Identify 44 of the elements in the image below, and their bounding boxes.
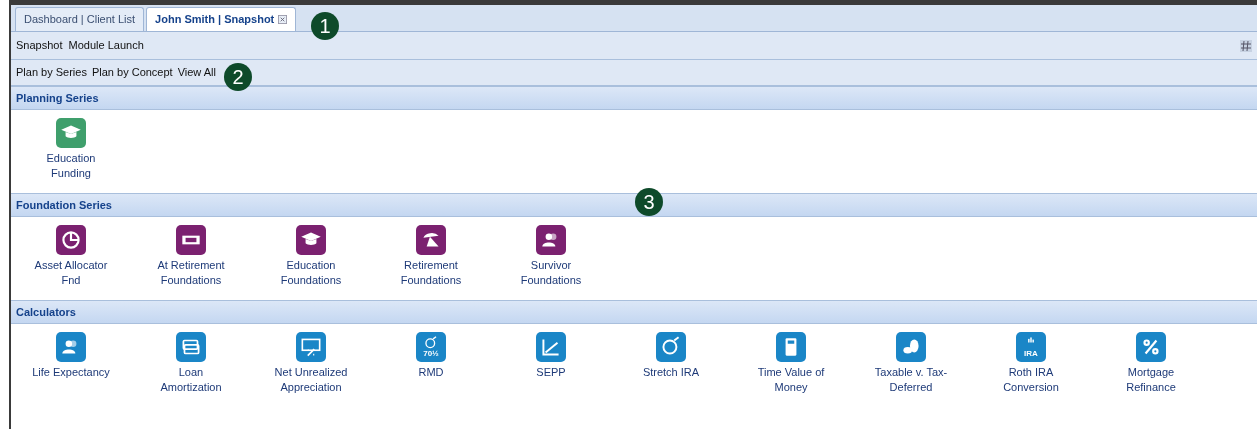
module-icon[interactable]: 70½ (416, 332, 446, 362)
module-link[interactable]: Life Expectancy (27, 365, 115, 380)
grid-icon[interactable] (1240, 39, 1252, 52)
icon-caption: IRA (1024, 349, 1038, 358)
module-icon[interactable] (536, 332, 566, 362)
module-icon[interactable]: IRA (1016, 332, 1046, 362)
module-icon[interactable] (176, 225, 206, 255)
nav-link[interactable]: Plan by Concept (91, 64, 173, 81)
module-icon[interactable] (1136, 332, 1166, 362)
module-icon[interactable] (56, 332, 86, 362)
module-link[interactable]: Retirement Foundations (387, 258, 475, 288)
section-header: Planning Series (11, 86, 1257, 110)
module-link[interactable]: Taxable v. Tax-Deferred (867, 365, 955, 395)
module-link[interactable]: Loan Amortization (147, 365, 235, 395)
module-icon[interactable] (656, 332, 686, 362)
nav-link[interactable]: Plan by Series (16, 64, 87, 81)
module-link[interactable]: Net Unrealized Appreciation (267, 365, 355, 395)
callout-marker: 3 (635, 188, 663, 216)
module-link[interactable]: Roth IRA Conversion (987, 365, 1075, 395)
module-icon[interactable] (416, 225, 446, 255)
module-link[interactable]: Mortgage Refinance (1107, 365, 1195, 395)
module-icon[interactable] (56, 225, 86, 255)
module-icon[interactable] (896, 332, 926, 362)
section-header: Calculators (11, 300, 1257, 324)
module-link[interactable]: Asset Allocator Fnd (27, 258, 115, 288)
nav-link[interactable]: View All (177, 64, 216, 81)
tab[interactable]: Dashboard | Client List (15, 7, 145, 31)
module-icon[interactable] (296, 225, 326, 255)
tab[interactable]: John Smith | Snapshot (146, 7, 297, 31)
module-icon[interactable] (536, 225, 566, 255)
module-link[interactable]: At Retirement Foundations (147, 258, 235, 288)
module-link[interactable]: Stretch IRA (627, 365, 715, 380)
module-link[interactable]: Time Value of Money (747, 365, 835, 395)
module-icon[interactable] (296, 332, 326, 362)
module-icon[interactable] (776, 332, 806, 362)
module-link[interactable]: Education Foundations (267, 258, 355, 288)
toolbar-title: Snapshot Module Launch (16, 38, 144, 54)
module-link[interactable]: RMD (387, 365, 475, 380)
module-link[interactable]: Survivor Foundations (507, 258, 595, 288)
module-link[interactable]: SEPP (507, 365, 595, 380)
module-link[interactable]: Education Funding (27, 151, 115, 181)
module-icon[interactable] (176, 332, 206, 362)
icon-caption: 70½ (423, 349, 439, 358)
close-icon[interactable] (278, 15, 288, 24)
